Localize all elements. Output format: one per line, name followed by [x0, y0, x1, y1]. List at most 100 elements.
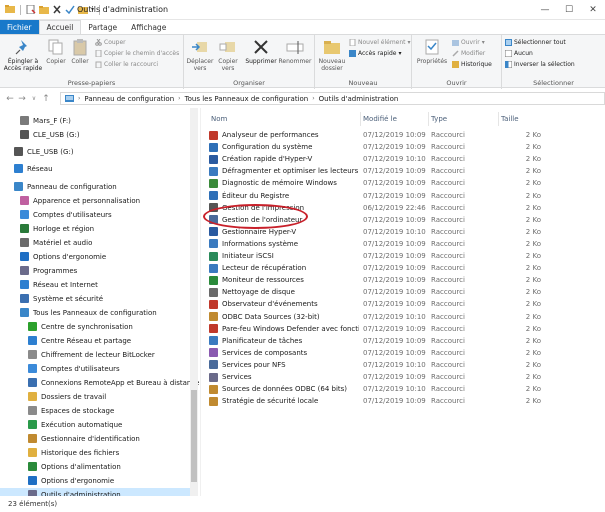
- sidebar-item[interactable]: Espaces de stockage: [0, 404, 114, 417]
- file-date: 07/12/2019 10:09: [363, 288, 426, 297]
- sidebar-item-label: Système et sécurité: [33, 294, 104, 303]
- sidebar-item[interactable]: Réseau et Internet: [0, 278, 98, 291]
- file-row[interactable]: Nettoyage de disque 07/12/2019 10:09 Racco…: [209, 286, 599, 298]
- file-row[interactable]: Stratégie de sécurité locale 07/12/2019 1…: [209, 395, 599, 407]
- open-button[interactable]: Ouvrir ▾: [452, 39, 485, 46]
- sidebar-item[interactable]: Apparence et personnalisation: [0, 194, 140, 207]
- delete-icon[interactable]: [52, 5, 62, 14]
- sidebar-item[interactable]: Dossiers de travail: [0, 390, 106, 403]
- file-row[interactable]: Services 07/12/2019 10:09 Raccourci 2 Ko: [209, 371, 599, 383]
- file-row[interactable]: ODBC Data Sources (32-bit) 07/12/2019 10:…: [209, 311, 599, 323]
- history-button[interactable]: Historique: [452, 61, 492, 68]
- sidebar-item[interactable]: Centre de synchronisation: [0, 320, 133, 333]
- check-icon[interactable]: [65, 5, 75, 14]
- edit-button[interactable]: Modifier: [452, 50, 485, 57]
- file-row[interactable]: Pare-feu Windows Defender avec fonctio..…: [209, 323, 599, 335]
- file-type: Raccourci: [431, 252, 465, 260]
- copy-button[interactable]: Copier: [45, 38, 67, 65]
- sidebar-item[interactable]: Tous les Panneaux de configuration: [0, 306, 157, 319]
- new-folder-icon[interactable]: [39, 5, 49, 14]
- file-row[interactable]: Création rapide d'Hyper-V 07/12/2019 10:1…: [209, 153, 599, 165]
- maximize-button[interactable]: ☐: [557, 0, 581, 20]
- column-header-type[interactable]: Type: [429, 112, 499, 126]
- file-row[interactable]: Initiateur iSCSI 07/12/2019 10:09 Raccourc…: [209, 250, 599, 262]
- file-size: 2 Ko: [525, 203, 541, 212]
- file-row[interactable]: Diagnostic de mémoire Windows 07/12/2019 …: [209, 177, 599, 189]
- cut-button[interactable]: Couper: [95, 39, 126, 46]
- minimize-button[interactable]: —: [533, 0, 557, 20]
- sidebar-item[interactable]: Centre Réseau et partage: [0, 334, 131, 347]
- sidebar-item[interactable]: CLE_USB (G:): [0, 145, 74, 158]
- sidebar-item[interactable]: Gestionnaire d'identification: [0, 432, 140, 445]
- sidebar-item[interactable]: Comptes d'utilisateurs: [0, 362, 120, 375]
- file-row[interactable]: Éditeur du Registre 07/12/2019 10:09 Racco…: [209, 190, 599, 202]
- nav-scrollbar-thumb[interactable]: [191, 390, 197, 482]
- invert-selection-button[interactable]: Inverser la sélection: [505, 61, 575, 68]
- sidebar-item[interactable]: Mars_F (F:): [0, 114, 71, 127]
- breadcrumb-control-panel[interactable]: Panneau de configuration: [84, 95, 174, 103]
- sidebar-item[interactable]: Historique des fichiers: [0, 446, 119, 459]
- sidebar-item[interactable]: Connexions RemoteApp et Bureau à distanc…: [0, 376, 200, 389]
- sidebar-item[interactable]: Panneau de configuration: [0, 180, 117, 193]
- breadcrumb-all-control-panel[interactable]: Tous les Panneaux de configuration: [185, 95, 309, 103]
- pin-icon: [15, 40, 27, 55]
- usb-drive-icon: [20, 130, 29, 139]
- new-folder-label: Nouveau dossier: [318, 58, 346, 72]
- new-folder-button[interactable]: Nouveau dossier: [317, 38, 347, 72]
- select-all-button[interactable]: Sélectionner tout: [505, 39, 566, 46]
- file-row[interactable]: Services pour NFS 07/12/2019 10:10 Raccour…: [209, 359, 599, 371]
- sidebar-item[interactable]: Exécution automatique: [0, 418, 122, 431]
- properties-icon[interactable]: [26, 5, 36, 14]
- column-header-name[interactable]: Nom: [209, 112, 361, 126]
- sidebar-item[interactable]: Comptes d'utilisateurs: [0, 208, 112, 221]
- file-row[interactable]: Observateur d'événements 07/12/2019 10:09…: [209, 298, 599, 310]
- sidebar-item[interactable]: Horloge et région: [0, 222, 94, 235]
- delete-button[interactable]: Supprimer: [244, 38, 278, 65]
- recent-locations-icon[interactable]: ∨: [28, 95, 40, 102]
- file-row[interactable]: Moniteur de ressources 07/12/2019 10:09 Ra…: [209, 274, 599, 286]
- up-arrow-icon[interactable]: ↑: [40, 94, 52, 104]
- close-button[interactable]: ✕: [581, 0, 605, 20]
- paste-shortcut-button[interactable]: Coller le raccourci: [95, 61, 158, 68]
- sidebar-item[interactable]: Chiffrement de lecteur BitLocker: [0, 348, 155, 361]
- file-row[interactable]: Services de composants 07/12/2019 10:09 Ra…: [209, 347, 599, 359]
- sidebar-item[interactable]: Matériel et audio: [0, 236, 92, 249]
- sidebar-item[interactable]: Réseau: [0, 162, 53, 175]
- copy-to-button[interactable]: Copier vers: [214, 38, 242, 72]
- paste-button[interactable]: Coller: [69, 38, 91, 65]
- new-group-label: Nouveau: [348, 79, 378, 87]
- tab-affichage[interactable]: Affichage: [124, 20, 173, 34]
- sidebar-item[interactable]: Options d'ergonomie: [0, 474, 114, 487]
- easy-access-button[interactable]: Accès rapide ▾: [349, 50, 401, 57]
- address-bar[interactable]: › Panneau de configuration › Tous les Pa…: [60, 92, 605, 105]
- pin-quick-access-button[interactable]: Épingler à Accès rapide: [3, 38, 43, 72]
- file-row[interactable]: Lecteur de récupération 07/12/2019 10:09 R…: [209, 262, 599, 274]
- tab-accueil[interactable]: Accueil: [38, 20, 82, 34]
- new-item-button[interactable]: Nouvel élément ▾: [349, 39, 411, 46]
- sidebar-item[interactable]: Outils d'administration: [0, 488, 190, 496]
- sidebar-item[interactable]: Programmes: [0, 264, 77, 277]
- back-arrow-icon[interactable]: ←: [4, 94, 16, 104]
- file-size: 2 Ko: [525, 264, 541, 273]
- forward-arrow-icon[interactable]: →: [16, 94, 28, 104]
- properties-button[interactable]: Propriétés: [415, 38, 449, 65]
- select-none-button[interactable]: Aucun: [505, 50, 533, 57]
- file-row[interactable]: Configuration du système 07/12/2019 10:09…: [209, 141, 599, 153]
- move-to-button[interactable]: Déplacer vers: [186, 38, 214, 72]
- column-header-date[interactable]: Modifié le: [361, 112, 429, 126]
- breadcrumb-admin-tools[interactable]: Outils d'administration: [319, 95, 399, 103]
- tab-partage[interactable]: Partage: [81, 20, 124, 34]
- file-row[interactable]: Informations système 07/12/2019 10:09 Racc…: [209, 238, 599, 250]
- sidebar-item[interactable]: Système et sécurité: [0, 292, 103, 305]
- sidebar-item[interactable]: Options d'alimentation: [0, 460, 121, 473]
- sidebar-item[interactable]: CLE_USB (G:): [0, 128, 80, 141]
- file-row[interactable]: Sources de données ODBC (64 bits) 07/12/2…: [209, 383, 599, 395]
- tab-fichier[interactable]: Fichier: [0, 20, 39, 34]
- rename-button[interactable]: Renommer: [278, 38, 312, 65]
- copy-path-button[interactable]: Copier le chemin d'accès: [95, 50, 179, 57]
- file-row[interactable]: Analyseur de performances 07/12/2019 10:0…: [209, 129, 599, 141]
- file-row[interactable]: Planificateur de tâches 07/12/2019 10:09 R…: [209, 335, 599, 347]
- sidebar-item[interactable]: Options d'ergonomie: [0, 250, 106, 263]
- column-header-size[interactable]: Taille: [499, 112, 559, 126]
- file-row[interactable]: Défragmenter et optimiser les lecteurs 07…: [209, 165, 599, 177]
